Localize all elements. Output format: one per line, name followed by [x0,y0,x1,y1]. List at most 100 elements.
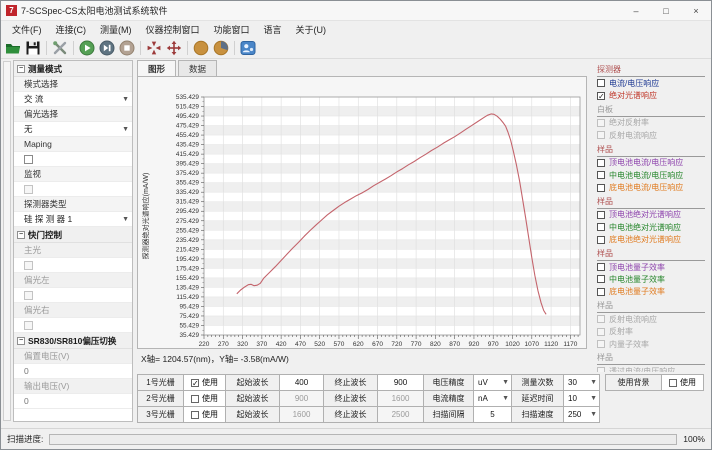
checkbox-icon: ✓ [597,92,605,100]
tab-data[interactable]: 数据 [178,60,217,77]
svg-text:495.429: 495.429 [176,113,200,120]
result-checkbox-item[interactable]: 顶电池绝对光谱响应 [597,209,705,221]
result-checkbox-item[interactable]: 中电池绝对光谱响应 [597,221,705,233]
table-dropdown[interactable]: 250▼ [563,406,600,423]
maximize-button[interactable]: □ [651,1,681,20]
table-spacer [605,406,662,423]
table-input[interactable]: 5 [473,406,512,423]
collapse-icon[interactable]: − [17,231,25,239]
result-checkbox-item: 绝对反射率 [597,117,705,129]
svg-text:55.429: 55.429 [179,322,199,329]
left-section-header-1[interactable]: −快门控制 [14,227,132,243]
pie-chart-button[interactable] [212,39,230,57]
menu-bar: 文件(F)连接(C)测量(M)仪器控制窗口功能窗口语言关于(U) [1,21,711,38]
table-spacer [661,406,704,423]
menu-item-0[interactable]: 文件(F) [5,21,49,38]
checkbox-icon [597,328,605,336]
table-input[interactable]: 2500 [377,406,424,423]
use-checkbox[interactable]: 使用 [183,406,226,423]
menu-item-2[interactable]: 测量(M) [93,21,139,38]
property-checkbox[interactable] [14,288,132,303]
chevron-down-icon: ▼ [502,395,509,402]
menu-item-5[interactable]: 语言 [257,21,289,38]
table-input[interactable]: 400 [279,374,324,391]
property-checkbox[interactable] [14,182,132,197]
result-checkbox-item[interactable]: 顶电池电流/电压响应 [597,157,705,169]
checkbox-icon [597,171,605,179]
tools-button[interactable] [51,39,69,57]
table-input[interactable]: 1600 [279,406,324,423]
collapse-icon[interactable]: − [17,337,25,345]
stop-button[interactable] [118,39,136,57]
menu-item-6[interactable]: 关于(U) [289,21,334,38]
property-dropdown[interactable]: 硅 探 测 器 1▼ [14,212,132,227]
svg-text:355.429: 355.429 [176,180,200,187]
property-dropdown[interactable]: 无▼ [14,122,132,137]
result-checkbox-item[interactable]: ✓绝对光谱响应 [597,89,705,101]
close-button[interactable]: × [681,1,711,20]
checkbox-icon [24,155,33,164]
result-checkbox-item: 反射电流响应 [597,313,705,325]
table-dropdown[interactable]: 30▼ [563,374,600,391]
result-checkbox-item[interactable]: 中电池量子效率 [597,273,705,285]
center-view-button[interactable] [145,39,163,57]
user-icon [240,40,256,56]
spectral-response-chart[interactable]: 2202703203704204705205706206707207708208… [138,77,586,348]
property-checkbox[interactable] [14,318,132,333]
table-label: 终止波长 [323,390,378,407]
use-checkbox[interactable]: 使用 [183,390,226,407]
title-bar: 7 7-SCSpec-CS太阳电池测试系统软件 – □ × [1,1,711,21]
pan-button[interactable] [165,39,183,57]
menu-item-1[interactable]: 连接(C) [49,21,94,38]
table-label: 使用背景 [605,374,662,391]
window-controls: – □ × [621,1,711,20]
table-dropdown[interactable]: uV▼ [473,374,512,391]
run-to-end-button[interactable] [98,39,116,57]
tab-graph[interactable]: 图形 [137,60,176,77]
result-checkbox-item[interactable]: 中电池电流/电压响应 [597,169,705,181]
property-checkbox[interactable] [14,258,132,273]
chevron-down-icon: ▼ [590,395,597,402]
menu-item-4[interactable]: 功能窗口 [207,21,257,38]
menu-item-3[interactable]: 仪器控制窗口 [139,21,207,38]
table-input[interactable]: 900 [279,390,324,407]
svg-text:255.429: 255.429 [176,227,200,234]
user-button[interactable] [239,39,257,57]
left-section-header-0[interactable]: −测量模式 [14,61,132,77]
collapse-icon[interactable]: − [17,65,25,73]
save-button[interactable] [24,39,42,57]
table-dropdown[interactable]: nA▼ [473,390,512,407]
minimize-button[interactable]: – [621,1,651,20]
property-dropdown[interactable]: 交 流▼ [14,92,132,107]
open-folder-button[interactable] [4,39,22,57]
result-checkbox-item[interactable]: 顶电池量子效率 [597,261,705,273]
result-checkbox-item[interactable]: 底电池电流/电压响应 [597,181,705,193]
property-checkbox[interactable] [14,152,132,167]
collapsed-side-strip[interactable] [3,61,11,421]
result-checkbox-item[interactable]: 底电池绝对光谱响应 [597,234,705,246]
table-dropdown[interactable]: 10▼ [563,390,600,407]
measure-button[interactable] [192,39,210,57]
result-checkbox-item[interactable]: 电流/电压响应 [597,77,705,89]
property-input[interactable]: 0 [14,364,132,379]
center-view-icon [146,40,162,56]
table-input[interactable]: 1600 [377,390,424,407]
table-input[interactable]: 900 [377,374,424,391]
use-checkbox[interactable]: ✓使用 [183,374,226,391]
svg-text:920: 920 [469,341,480,348]
property-input[interactable]: 0 [14,394,132,409]
use-checkbox[interactable]: 使用 [661,374,704,391]
checkbox-icon [597,79,605,87]
checkbox-icon: ✓ [191,379,199,387]
run-button[interactable] [78,39,96,57]
table-label: 终止波长 [323,406,378,423]
chart-panel[interactable]: 2202703203704204705205706206707207708208… [137,76,587,349]
pie-chart-icon [213,40,229,56]
result-checkbox-item[interactable]: 底电池量子效率 [597,286,705,298]
left-section-header-2[interactable]: −SR830/SR810偏压切换 [14,333,132,349]
table-spacer [661,390,704,407]
view-tabs: 图形数据 [137,60,219,77]
app-logo-icon: 7 [6,5,17,16]
checkbox-icon [24,321,33,330]
checkbox-icon [597,119,605,127]
